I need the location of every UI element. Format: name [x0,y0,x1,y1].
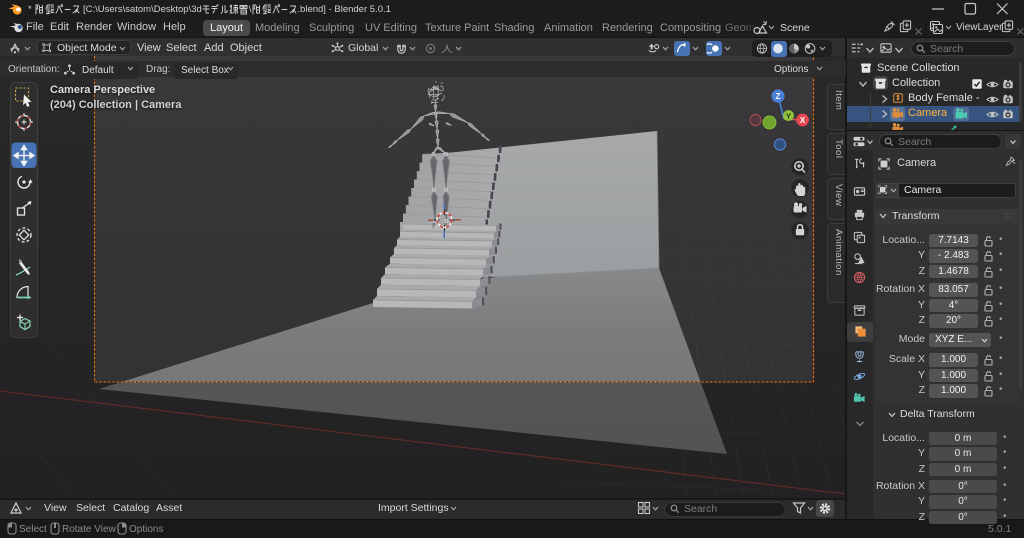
svg-text:Z: Z [776,92,781,101]
svg-text:Y: Y [786,111,791,120]
svg-text:X: X [800,116,806,125]
